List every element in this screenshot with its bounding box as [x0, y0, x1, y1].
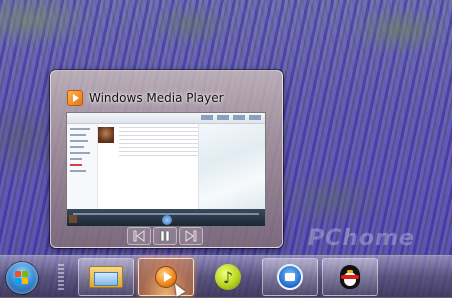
pause-icon [160, 230, 170, 242]
previous-track-button[interactable] [127, 227, 151, 245]
internet-explorer-taskbar-button[interactable] [262, 258, 318, 296]
window-thumbnail-image[interactable] [66, 112, 266, 227]
play-pause-button[interactable] [153, 227, 177, 245]
windows-explorer-taskbar-button[interactable] [78, 258, 134, 296]
preview-window-title: Windows Media Player [89, 91, 224, 105]
mini-list-pane [198, 124, 265, 210]
mini-album-art [98, 127, 114, 143]
taskbar: ♪ [0, 255, 452, 298]
watermark-text: PChome [308, 226, 415, 251]
mini-navigation-pane [67, 124, 98, 210]
mini-toolbar [67, 113, 265, 124]
windows-media-player-icon [67, 90, 83, 106]
skip-previous-icon [133, 230, 145, 242]
folder-explorer-icon [89, 264, 123, 290]
ie-icon [277, 264, 303, 290]
start-button[interactable] [6, 262, 38, 294]
next-track-button[interactable] [179, 227, 203, 245]
qq-taskbar-button[interactable] [322, 258, 378, 296]
preview-title-bar: Windows Media Player [67, 89, 224, 107]
taskbar-thumbnail-preview[interactable]: Windows Media Player [50, 70, 283, 248]
skip-next-icon [185, 230, 197, 242]
mini-playback-bar [67, 209, 265, 226]
thumbnail-toolbar [127, 227, 203, 245]
taskbar-gripper[interactable] [58, 264, 64, 292]
windows-media-player-taskbar-button[interactable] [138, 258, 194, 296]
music-app-taskbar-button[interactable]: ♪ [200, 258, 256, 296]
qq-penguin-icon [338, 263, 362, 291]
music-note-icon: ♪ [215, 264, 241, 290]
windows-logo-icon [15, 271, 29, 285]
